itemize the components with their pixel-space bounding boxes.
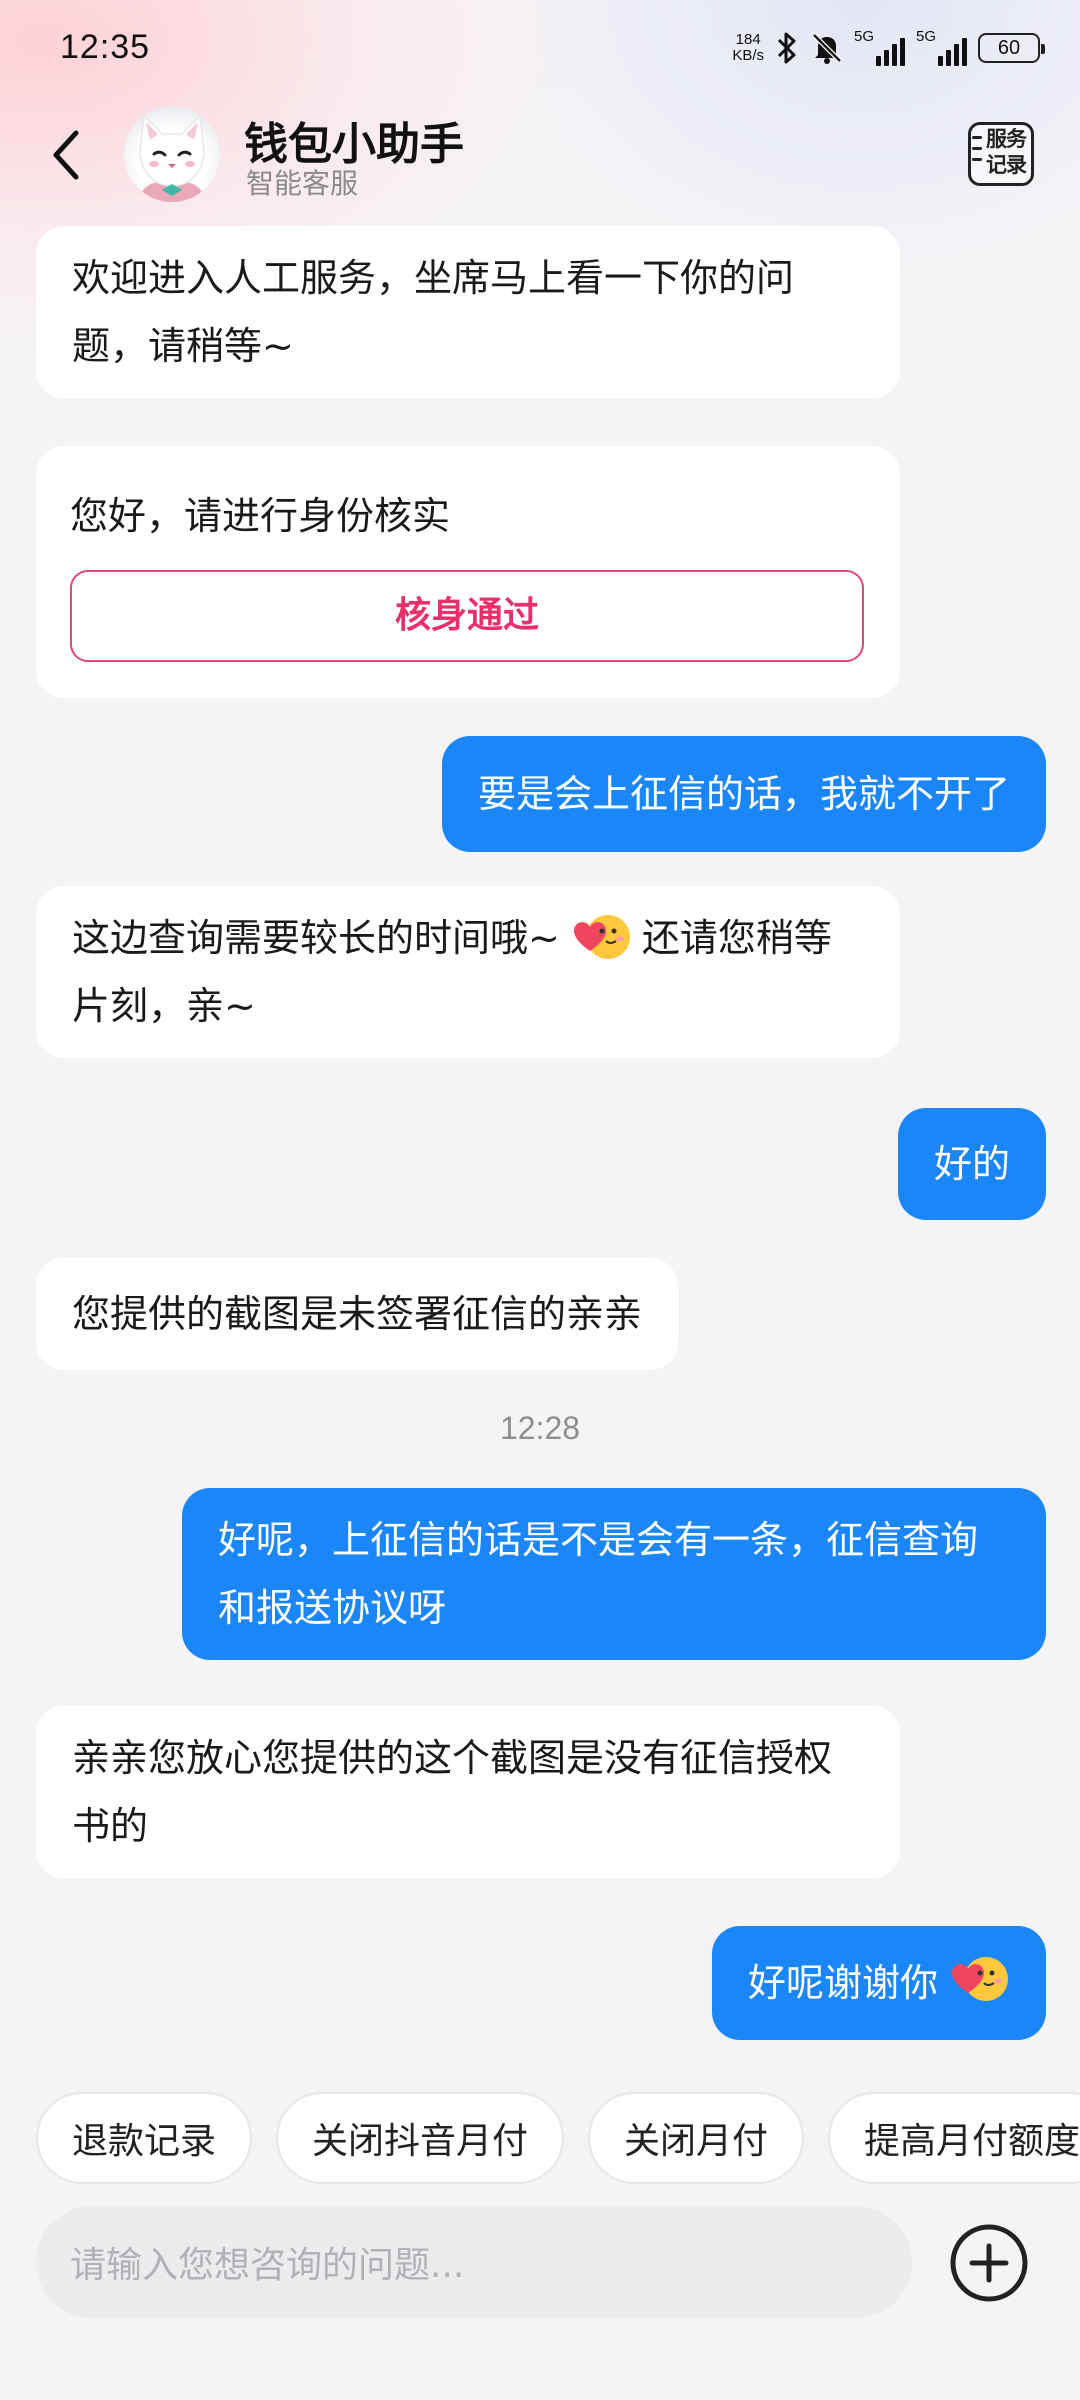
service-record-label: 服务记录 — [986, 127, 1027, 177]
back-button[interactable] — [36, 120, 96, 190]
message-bubble-user: 好的 — [897, 1108, 1046, 1220]
quick-reply-chip[interactable]: 关闭抖音月付 — [276, 2092, 565, 2184]
heart-hug-emoji-icon — [952, 1957, 1008, 2001]
message-bubble-agent: 欢迎进入人工服务，坐席马上看一下你的问题，请稍等~ — [36, 226, 900, 398]
battery-icon: 60 — [978, 33, 1045, 63]
message-bubble-agent: 您好，请进行身份核实 核身通过 — [36, 446, 900, 698]
assistant-avatar[interactable] — [124, 106, 220, 202]
quick-reply-row: 退款记录 关闭抖音月付 关闭月付 提高月付额度 — [36, 2092, 1080, 2184]
message-bubble-agent: 您提供的截图是未签署征信的亲亲 — [36, 1258, 679, 1370]
mute-bell-icon — [812, 33, 842, 64]
status-bar: 12:35 184 KB/s 5G 5G 60 — [0, 0, 1080, 100]
chevron-left-icon — [53, 130, 79, 180]
message-bubble-agent: 亲亲您放心您提供的这个截图是没有征信授权书的 — [36, 1706, 900, 1878]
bluetooth-icon — [777, 32, 796, 64]
signal-sim2-icon: 5G — [916, 28, 968, 66]
status-time: 12:35 — [60, 28, 151, 66]
quick-reply-chip[interactable]: 提高月付额度 — [828, 2092, 1080, 2184]
service-record-button[interactable]: 服务记录 — [964, 120, 1040, 190]
net-speed: 184 KB/s — [732, 31, 764, 64]
cat-mascot-icon — [139, 114, 205, 202]
plus-circle-icon — [950, 2224, 1028, 2302]
quick-reply-chip[interactable]: 退款记录 — [36, 2092, 253, 2184]
chat-header: 钱包小助手 智能客服 服务记录 — [0, 100, 1080, 220]
chat-message-list: 欢迎进入人工服务，坐席马上看一下你的问题，请稍等~ 您好，请进行身份核实 核身通… — [0, 0, 1080, 2400]
message-timestamp: 12:28 — [499, 1410, 581, 1446]
page-subtitle: 智能客服 — [246, 167, 359, 200]
message-input[interactable]: 请输入您想咨询的问题... — [36, 2206, 912, 2318]
message-bubble-user: 好呢谢谢你 — [711, 1926, 1046, 2040]
heart-hug-emoji-icon — [573, 914, 630, 959]
message-bubble-user: 好呢，上征信的话是不是会有一条，征信查询和报送协议呀 — [182, 1488, 1046, 1660]
more-options-button[interactable] — [948, 2222, 1030, 2304]
bottom-input-area: 退款记录 关闭抖音月付 关闭月付 提高月付额度 请输入您想咨询的问题... — [0, 2056, 1080, 2400]
signal-sim1-icon: 5G — [854, 28, 906, 66]
identity-verified-button[interactable]: 核身通过 — [70, 570, 864, 662]
quick-reply-chip[interactable]: 关闭月付 — [588, 2092, 805, 2184]
status-icons: 184 KB/s 5G 5G 60 — [732, 28, 1045, 68]
input-placeholder: 请输入您想咨询的问题... — [70, 2245, 465, 2286]
message-bubble-agent: 这边查询需要较长的时间哦~ 还请您稍等片刻，亲~ — [36, 886, 900, 1058]
message-bubble-user: 要是会上征信的话，我就不开了 — [441, 736, 1046, 852]
